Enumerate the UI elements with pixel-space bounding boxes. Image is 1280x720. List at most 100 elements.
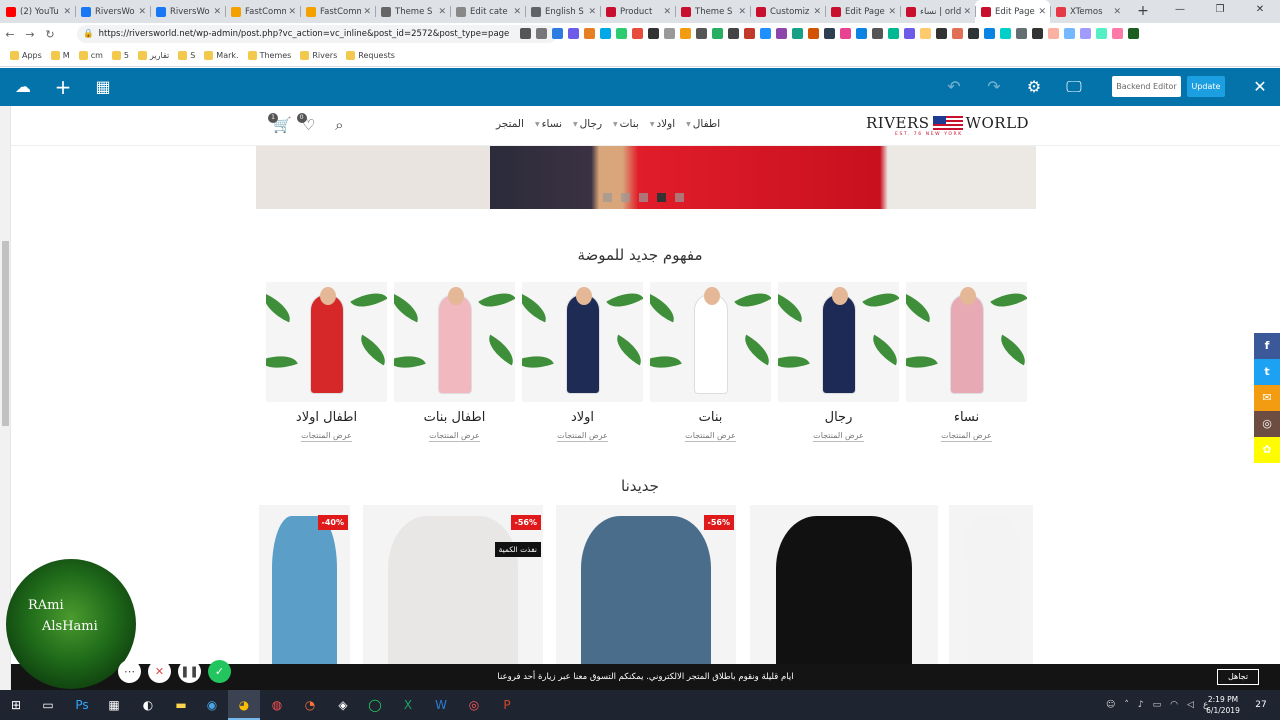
tab-close-icon[interactable]: ✕: [138, 7, 146, 17]
wifi-icon[interactable]: ◠: [1170, 690, 1178, 720]
excel-icon[interactable]: X: [392, 690, 424, 720]
slider-dot[interactable]: [657, 193, 666, 202]
redo-icon[interactable]: ↷: [979, 68, 1009, 106]
tab-close-icon[interactable]: ✕: [738, 7, 746, 17]
browser-tab[interactable]: Theme S ✕: [375, 0, 450, 23]
add-element-icon[interactable]: +: [48, 68, 78, 106]
extension-icon[interactable]: [1064, 28, 1075, 39]
extension-icon[interactable]: [568, 28, 579, 39]
category-title[interactable]: بنات: [650, 410, 771, 425]
extension-icon[interactable]: [696, 28, 707, 39]
tab-close-icon[interactable]: ✕: [1038, 7, 1046, 17]
tab-close-icon[interactable]: ✕: [438, 7, 446, 17]
minimize-button[interactable]: —: [1160, 0, 1200, 23]
app-icon-1[interactable]: ◐: [132, 690, 164, 720]
tab-close-icon[interactable]: ✕: [963, 7, 971, 17]
nav-item[interactable]: بنات ▼: [613, 118, 639, 130]
slider-dot[interactable]: [639, 193, 648, 202]
browser-tab[interactable]: RiversWo ✕: [75, 0, 150, 23]
taskbar-clock[interactable]: 2:19 PM 6/1/2019: [1203, 694, 1243, 716]
bookmark-item[interactable]: 5: [111, 51, 129, 60]
tab-close-icon[interactable]: ✕: [513, 7, 521, 17]
extension-icon[interactable]: [1080, 28, 1091, 39]
bookmark-item[interactable]: cm: [78, 51, 103, 60]
tab-close-icon[interactable]: ✕: [1113, 7, 1121, 17]
extension-icon[interactable]: [792, 28, 803, 39]
extension-icon[interactable]: [712, 28, 723, 39]
extension-icon[interactable]: [968, 28, 979, 39]
nav-item[interactable]: المتجر: [496, 118, 524, 130]
windows-start-icon[interactable]: ⊞: [0, 690, 32, 720]
view-products-link[interactable]: عرض المنتجات: [650, 431, 771, 442]
view-products-link[interactable]: عرض المنتجات: [906, 431, 1027, 442]
tab-close-icon[interactable]: ✕: [663, 7, 671, 17]
microphone-icon[interactable]: ♪: [1138, 690, 1144, 720]
extension-icon[interactable]: [952, 28, 963, 39]
instagram-icon[interactable]: ◎: [1254, 411, 1280, 437]
tab-close-icon[interactable]: ✕: [363, 7, 371, 17]
category-image[interactable]: [394, 282, 515, 402]
slider-dot[interactable]: [675, 193, 684, 202]
category-title[interactable]: اولاد: [522, 410, 643, 425]
extension-icon[interactable]: [584, 28, 595, 39]
browser-tab[interactable]: Theme S ✕: [675, 0, 750, 23]
extension-icon[interactable]: [616, 28, 627, 39]
extension-icon[interactable]: [984, 28, 995, 39]
slider-dot[interactable]: [603, 193, 612, 202]
wishlist-icon[interactable]: ♡ 0: [296, 113, 315, 134]
extension-icon[interactable]: [840, 28, 851, 39]
extension-icon[interactable]: [1096, 28, 1107, 39]
backend-editor-button[interactable]: Backend Editor: [1112, 76, 1181, 97]
extension-icon[interactable]: [1032, 28, 1043, 39]
category-image[interactable]: [778, 282, 899, 402]
category-title[interactable]: اطفال بنات: [394, 410, 515, 425]
view-products-link[interactable]: عرض المنتجات: [522, 431, 643, 442]
browser-tab[interactable]: نساء | orld ✕: [900, 0, 975, 23]
extension-icon[interactable]: [552, 28, 563, 39]
search-icon[interactable]: ⌕: [335, 116, 343, 134]
builder-logo-icon[interactable]: ☁: [8, 68, 38, 106]
nav-item[interactable]: اولاد ▼: [650, 118, 675, 130]
nav-item[interactable]: رجال ▼: [573, 118, 602, 130]
pause-icon[interactable]: ❚❚: [178, 660, 201, 683]
email-icon[interactable]: ✉: [1254, 385, 1280, 411]
tab-close-icon[interactable]: ✕: [288, 7, 296, 17]
extension-icon[interactable]: [632, 28, 643, 39]
extension-icon[interactable]: [664, 28, 675, 39]
chrome-icon[interactable]: ◕: [228, 690, 260, 720]
cart-icon[interactable]: 🛒 1: [268, 113, 292, 134]
extension-icon[interactable]: [1112, 28, 1123, 39]
category-card[interactable]: اولاد عرض المنتجات: [522, 282, 643, 447]
category-card[interactable]: اطفال اولاد عرض المنتجات: [266, 282, 387, 447]
slider-dot[interactable]: [621, 193, 630, 202]
browser-tab[interactable]: FastComm ✕: [300, 0, 375, 23]
app-icon-3[interactable]: ◍: [261, 690, 293, 720]
scrollbar-thumb[interactable]: [2, 241, 9, 426]
templates-icon[interactable]: ▦: [88, 68, 118, 106]
browser-tab[interactable]: Customiz ✕: [750, 0, 825, 23]
extension-icon[interactable]: [888, 28, 899, 39]
undo-icon[interactable]: ↶: [939, 68, 969, 106]
tab-close-icon[interactable]: ✕: [588, 7, 596, 17]
settings-gear-icon[interactable]: ⚙: [1019, 68, 1049, 106]
site-logo[interactable]: RIVERS WORLD: [866, 114, 1029, 132]
extension-icon[interactable]: [760, 28, 771, 39]
reload-button[interactable]: ↻: [40, 28, 60, 41]
category-title[interactable]: رجال: [778, 410, 899, 425]
category-card[interactable]: اطفال بنات عرض المنتجات: [394, 282, 515, 447]
extension-icon[interactable]: [648, 28, 659, 39]
extension-icon[interactable]: [856, 28, 867, 39]
bookmark-item[interactable]: M: [50, 51, 70, 60]
powerpoint-icon[interactable]: P: [491, 690, 523, 720]
task-view-icon[interactable]: ▭: [32, 690, 64, 720]
browser-tab[interactable]: Edit Page ✕: [825, 0, 900, 23]
twitter-icon[interactable]: t: [1254, 359, 1280, 385]
extension-icon[interactable]: [1048, 28, 1059, 39]
bookmark-item[interactable]: Requests: [346, 51, 395, 60]
back-button[interactable]: ←: [0, 28, 20, 41]
extension-icon[interactable]: [744, 28, 755, 39]
extension-icon[interactable]: [920, 28, 931, 39]
browser-tab[interactable]: Product ✕: [600, 0, 675, 23]
extension-icon[interactable]: [824, 28, 835, 39]
responsive-preview-icon[interactable]: 🖵: [1059, 68, 1089, 106]
